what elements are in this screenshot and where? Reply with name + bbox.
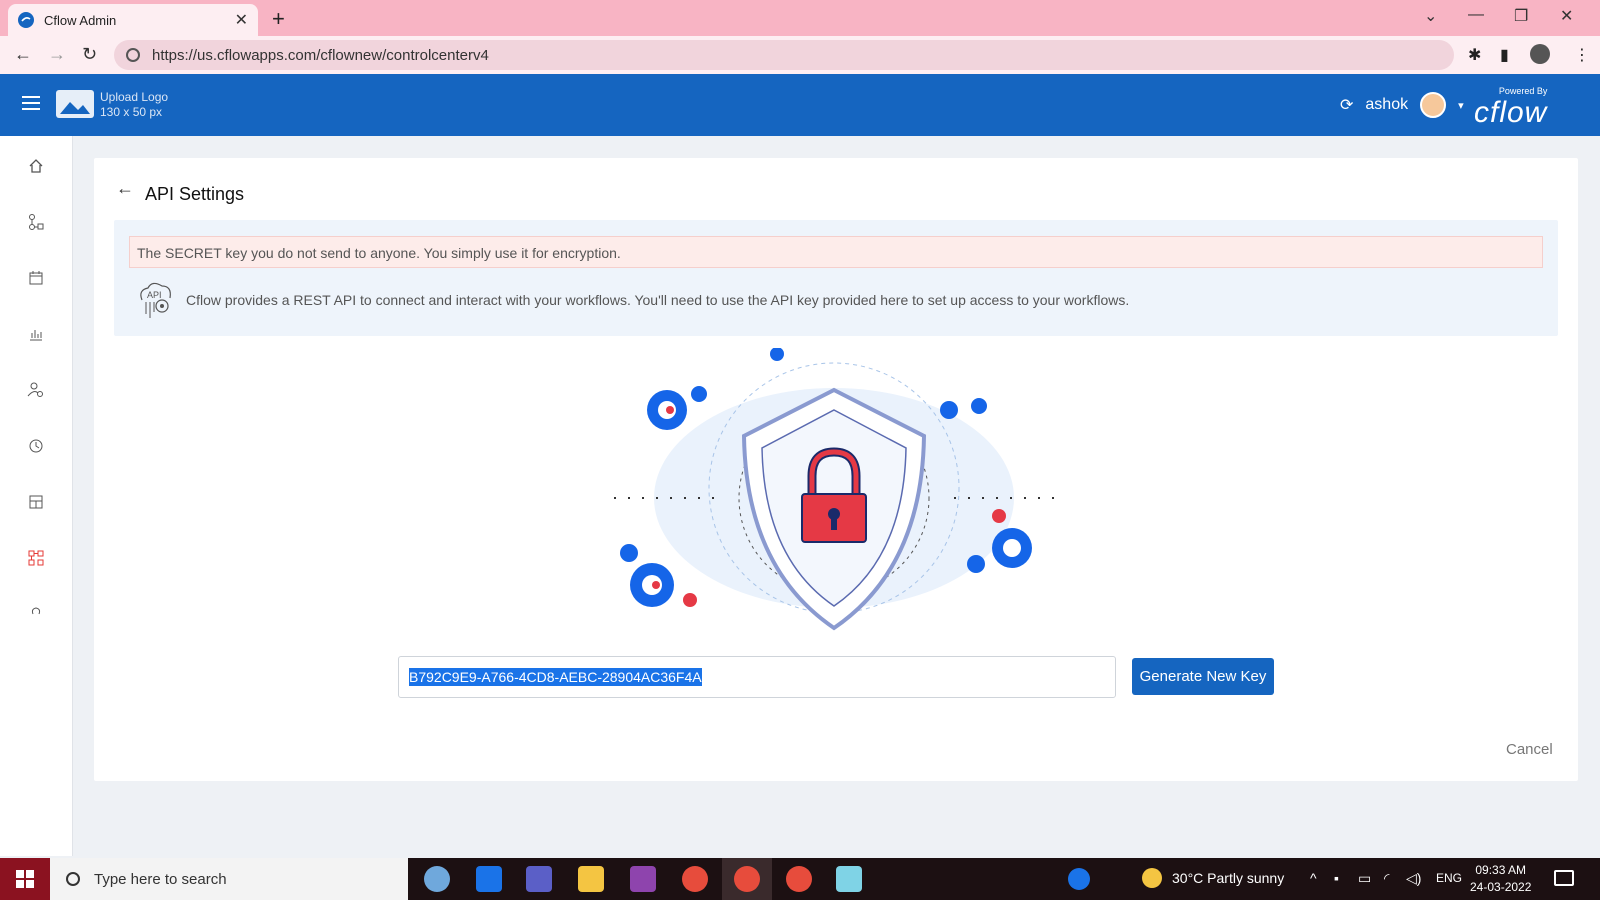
system-clock[interactable]: 09:33 AM 24-03-2022: [1470, 862, 1531, 896]
side-panel-icon[interactable]: ▮: [1500, 45, 1509, 65]
app-header: Upload Logo 130 x 50 px ⟳ ashok ▾ Powere…: [0, 74, 1600, 136]
tab-title: Cflow Admin: [44, 12, 117, 28]
chrome-app-icon[interactable]: [734, 866, 760, 892]
notepad-app-icon[interactable]: [836, 866, 862, 892]
address-bar[interactable]: https://us.cflowapps.com/cflownew/contro…: [114, 40, 1454, 70]
api-gear-icon: API: [134, 278, 178, 322]
powered-by-label: Powered By: [1498, 86, 1548, 96]
cflow-brand: cflow: [1474, 96, 1548, 129]
svg-text:API: API: [147, 290, 162, 300]
url-text: https://us.cflowapps.com/cflownew/contro…: [152, 46, 489, 64]
api-settings-icon[interactable]: [26, 548, 46, 568]
battery-icon[interactable]: ▭: [1358, 870, 1371, 887]
secret-key-notice: The SECRET key you do not send to anyone…: [129, 236, 1543, 268]
windows-logo-icon: [16, 870, 34, 888]
restore-icon[interactable]: ❐: [1514, 6, 1528, 26]
sidebar: [0, 136, 73, 856]
start-button[interactable]: [0, 858, 50, 900]
chevron-down-icon[interactable]: ▾: [1458, 99, 1464, 112]
username: ashok: [1365, 96, 1409, 113]
reload-icon[interactable]: ↻: [82, 44, 97, 65]
workflow-icon[interactable]: [26, 212, 46, 232]
security-shield-illustration: [614, 348, 1054, 631]
generate-new-key-button[interactable]: Generate New Key: [1132, 658, 1274, 695]
weather-text[interactable]: 30°C Partly sunny: [1172, 870, 1284, 886]
info-panel: The SECRET key you do not send to anyone…: [114, 220, 1558, 336]
chrome-app-icon[interactable]: [786, 866, 812, 892]
user-menu[interactable]: ⟳ ashok ▾: [1340, 92, 1464, 118]
tab-search-icon[interactable]: ⌄: [1424, 6, 1437, 26]
clock-time: 09:33 AM: [1475, 863, 1527, 877]
api-key-value: B792C9E9-A766-4CD8-AEBC-28904AC36F4A: [409, 668, 702, 686]
browser-menu-icon[interactable]: ⋮: [1574, 45, 1590, 65]
security-app-icon[interactable]: [476, 866, 502, 892]
browser-toolbar: ← → ↻ https://us.cflowapps.com/cflownew/…: [0, 36, 1600, 74]
cflow-favicon-icon: [18, 12, 34, 28]
site-info-icon[interactable]: [126, 48, 140, 62]
windows-taskbar: Type here to search 30°C Partly sunny ^ …: [0, 858, 1600, 900]
weather-icon[interactable]: [1142, 868, 1162, 888]
volume-icon[interactable]: ◁): [1406, 870, 1421, 887]
api-info-text: Cflow provides a REST API to connect and…: [186, 292, 1130, 308]
help-icon[interactable]: [26, 602, 46, 622]
search-placeholder: Type here to search: [94, 870, 227, 888]
history-icon[interactable]: [26, 436, 46, 456]
paint-app-icon[interactable]: [424, 866, 450, 892]
user-avatar[interactable]: [1420, 92, 1447, 118]
upload-logo-size: 130 x 50 px: [100, 105, 163, 119]
extensions-icon[interactable]: ✱: [1468, 45, 1481, 65]
forward-icon[interactable]: →: [48, 44, 66, 65]
reports-icon[interactable]: [26, 324, 46, 344]
notifications-icon[interactable]: [1554, 870, 1574, 886]
upload-logo-image-icon[interactable]: [56, 90, 94, 118]
page-title: API Settings: [145, 184, 245, 204]
user-settings-icon[interactable]: [26, 380, 46, 400]
help-tray-icon[interactable]: [1068, 868, 1090, 890]
upload-logo-label: Upload Logo: [100, 90, 169, 104]
window-close-icon[interactable]: ✕: [1560, 6, 1573, 26]
search-icon: [66, 872, 80, 886]
language-indicator[interactable]: ENG: [1436, 871, 1462, 885]
new-tab-button[interactable]: +: [272, 6, 285, 32]
browser-tab-strip: Cflow Admin ✕ + ⌄ — ❐ ✕: [0, 0, 1600, 36]
cancel-button[interactable]: Cancel: [1506, 741, 1553, 758]
upload-logo-hint[interactable]: Upload Logo 130 x 50 px: [100, 90, 168, 120]
taskbar-search[interactable]: Type here to search: [50, 858, 408, 900]
back-icon[interactable]: ←: [14, 44, 32, 65]
api-key-field[interactable]: B792C9E9-A766-4CD8-AEBC-28904AC36F4A: [398, 656, 1116, 698]
clock-date: 24-03-2022: [1470, 880, 1532, 894]
chrome-app-icon[interactable]: [682, 866, 708, 892]
home-icon[interactable]: [26, 156, 46, 176]
wifi-icon[interactable]: ◜: [1384, 870, 1389, 887]
file-explorer-icon[interactable]: [578, 866, 604, 892]
switch-account-icon[interactable]: ⟳: [1340, 95, 1353, 115]
hamburger-menu-icon[interactable]: [22, 96, 40, 110]
dashboard-icon[interactable]: [26, 492, 46, 512]
back-arrow-icon[interactable]: ←: [116, 178, 134, 199]
teams-tray-icon[interactable]: ▪: [1334, 870, 1339, 886]
show-hidden-icons-icon[interactable]: ^: [1310, 870, 1317, 886]
tab-close-icon[interactable]: ✕: [235, 10, 248, 30]
minimize-icon[interactable]: —: [1468, 6, 1484, 24]
api-settings-card: ← API Settings The SECRET key you do not…: [94, 158, 1578, 781]
powered-by-logo: Powered By cflow: [1474, 86, 1547, 130]
visual-studio-icon[interactable]: [630, 866, 656, 892]
profile-avatar[interactable]: [1530, 44, 1550, 64]
teams-app-icon[interactable]: [526, 866, 552, 892]
calendar-icon[interactable]: [26, 268, 46, 288]
browser-tab[interactable]: Cflow Admin ✕: [8, 4, 258, 36]
